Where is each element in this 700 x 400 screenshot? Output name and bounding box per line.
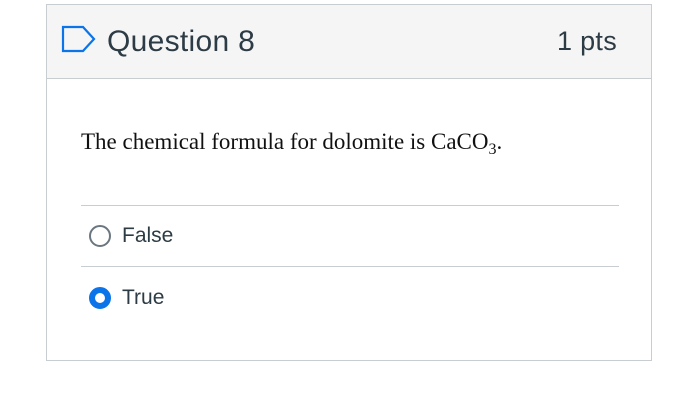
answer-option-true[interactable]: True bbox=[81, 267, 619, 328]
question-text-subscript: 3 bbox=[488, 141, 497, 158]
question-header: Question 8 1 pts bbox=[47, 5, 651, 79]
answer-label-false: False bbox=[122, 224, 174, 247]
radio-button-false[interactable] bbox=[89, 225, 111, 247]
question-text-end: . bbox=[496, 129, 503, 154]
answer-label-true: True bbox=[122, 285, 165, 309]
answer-list: False True bbox=[81, 205, 619, 328]
flag-question-icon[interactable] bbox=[61, 25, 97, 53]
answer-option-false[interactable]: False bbox=[81, 206, 619, 267]
radio-button-true[interactable] bbox=[89, 286, 111, 309]
question-card: Question 8 1 pts The chemical formula fo… bbox=[46, 4, 652, 361]
question-body: The chemical formula for dolomite is CaC… bbox=[47, 79, 651, 328]
question-text-main: The chemical formula for dolomite is CaC… bbox=[81, 129, 489, 154]
question-points: 1 pts bbox=[556, 26, 617, 56]
flag-question-icon-svg bbox=[61, 25, 96, 52]
question-text: The chemical formula for dolomite is CaC… bbox=[81, 129, 619, 205]
question-header-left: Question 8 bbox=[61, 25, 255, 59]
question-title: Question 8 bbox=[107, 24, 256, 58]
